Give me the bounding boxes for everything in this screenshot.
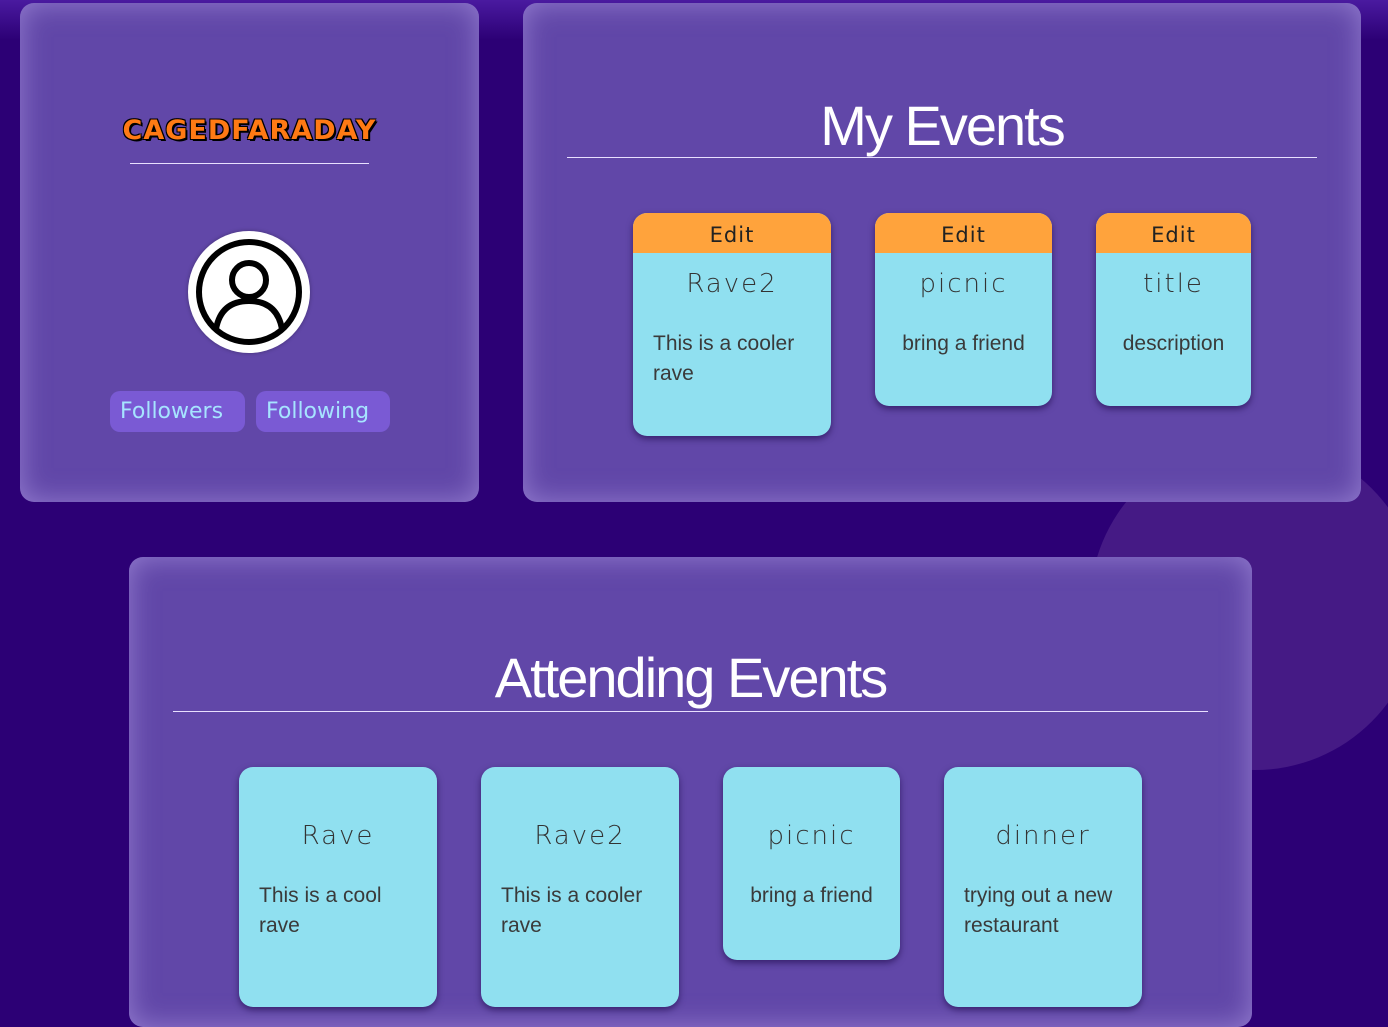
user-icon [196,239,302,345]
divider [567,157,1317,158]
event-description: description [1122,332,1225,355]
attending-events-title: Attending Events [494,646,888,709]
event-title: Rave2 [534,821,626,851]
followers-button[interactable]: Followers [110,391,245,432]
edit-button[interactable]: Edit [1096,213,1251,253]
event-card[interactable]: Rave2 This is a cooler rave [481,767,679,1007]
event-title: title [1143,269,1204,299]
following-button[interactable]: Following [256,391,390,432]
event-card[interactable]: picnic bring a friend [723,767,900,960]
event-card[interactable]: Edit picnic bring a friend [875,213,1052,406]
event-title: picnic [919,269,1008,299]
event-card[interactable]: dinner trying out a new restaurant [944,767,1142,1007]
event-title: picnic [767,821,856,851]
attending-events-panel: Attending Events Rave This is a cool rav… [129,557,1252,1027]
username: CAGEDFARADAY [122,115,377,146]
edit-button[interactable]: Edit [633,213,831,253]
event-title: Rave [301,821,375,851]
event-description: This is a cooler rave [653,332,795,385]
edit-button[interactable]: Edit [875,213,1052,253]
event-card[interactable]: Rave This is a cool rave [239,767,437,1007]
my-events-title: My Events [820,94,1065,157]
event-description: bring a friend [902,332,1025,355]
event-description: This is a cooler rave [501,884,643,937]
event-description: This is a cool rave [259,884,382,937]
event-card[interactable]: Edit Rave2 This is a cooler rave [633,213,831,436]
event-title: dinner [995,821,1091,851]
my-events-panel: My Events Edit Rave2 This is a cooler ra… [523,3,1361,502]
event-description: trying out a new restaurant [964,884,1113,937]
profile-panel: CAGEDFARADAY Followers Following [20,3,479,502]
event-title: Rave2 [686,269,778,299]
event-description: bring a friend [750,884,873,907]
divider [173,711,1208,712]
avatar[interactable] [188,231,310,353]
event-card[interactable]: Edit title description [1096,213,1251,406]
divider [130,163,369,164]
